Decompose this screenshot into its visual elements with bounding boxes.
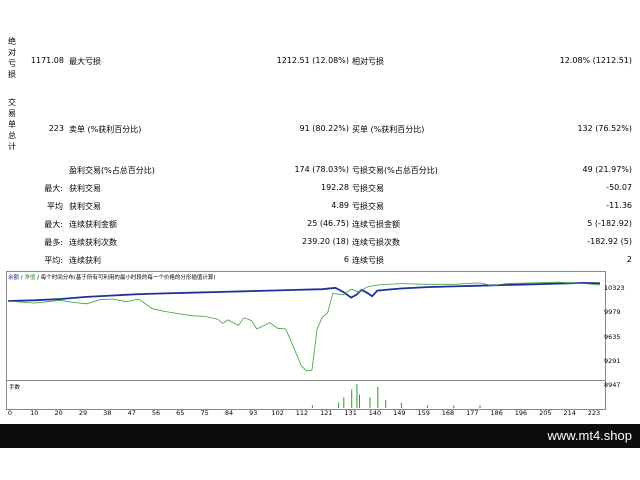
y-tick-label: 8947 bbox=[604, 381, 621, 389]
x-tick-label: 159 bbox=[417, 409, 430, 417]
volume-bar bbox=[479, 405, 481, 408]
x-tick-label: 223 bbox=[587, 409, 601, 417]
volume-bar bbox=[338, 402, 340, 408]
x-tick-label: 149 bbox=[393, 409, 406, 417]
y-tick-label: 10323 bbox=[604, 284, 625, 292]
x-tick-label: 121 bbox=[320, 409, 333, 417]
x-tick-label: 168 bbox=[441, 409, 455, 417]
x-tick-label: 186 bbox=[490, 409, 503, 417]
chart-svg bbox=[7, 281, 601, 408]
x-tick-label: 47 bbox=[127, 409, 136, 417]
volume-bar bbox=[359, 394, 360, 408]
x-tick-label: 10 bbox=[30, 409, 39, 417]
balance-line bbox=[7, 281, 601, 302]
x-tick-label: 112 bbox=[295, 409, 309, 417]
volume-bar bbox=[400, 402, 402, 408]
volume-bar bbox=[356, 384, 358, 408]
x-tick-label: 38 bbox=[103, 409, 112, 417]
volume-bar bbox=[369, 397, 371, 408]
x-tick-label: 214 bbox=[563, 409, 576, 417]
x-tick-label: 75 bbox=[200, 409, 209, 417]
bottom-strip bbox=[0, 448, 640, 480]
x-tick-label: 205 bbox=[539, 409, 552, 417]
x-tick-label: 131 bbox=[344, 409, 357, 417]
footer-bar: www.mt4.shop bbox=[0, 424, 640, 448]
volume-bar bbox=[351, 389, 353, 408]
x-tick-label: 177 bbox=[466, 409, 479, 417]
x-tick-label: 140 bbox=[368, 409, 382, 417]
volume-bar bbox=[453, 405, 455, 408]
footer-watermark: www.mt4.shop bbox=[547, 428, 632, 443]
x-tick-label: 29 bbox=[78, 409, 88, 417]
x-tick-label: 102 bbox=[271, 409, 284, 417]
x-tick-label: 93 bbox=[249, 409, 258, 417]
x-tick-label: 20 bbox=[54, 409, 63, 417]
x-tick-label: 0 bbox=[7, 409, 13, 417]
y-tick-label: 9291 bbox=[604, 357, 621, 365]
x-tick-label: 196 bbox=[514, 409, 528, 417]
x-tick-label: 56 bbox=[151, 409, 161, 417]
volume-bar bbox=[427, 405, 429, 408]
y-tick-label: 9979 bbox=[604, 308, 621, 316]
volume-bar bbox=[311, 405, 313, 408]
volume-bar bbox=[385, 400, 387, 408]
x-tick-label: 65 bbox=[176, 409, 185, 417]
volume-bar bbox=[343, 397, 345, 408]
volume-bar bbox=[377, 386, 379, 408]
y-tick-label: 9635 bbox=[604, 333, 621, 341]
x-tick-label: 84 bbox=[224, 409, 234, 417]
